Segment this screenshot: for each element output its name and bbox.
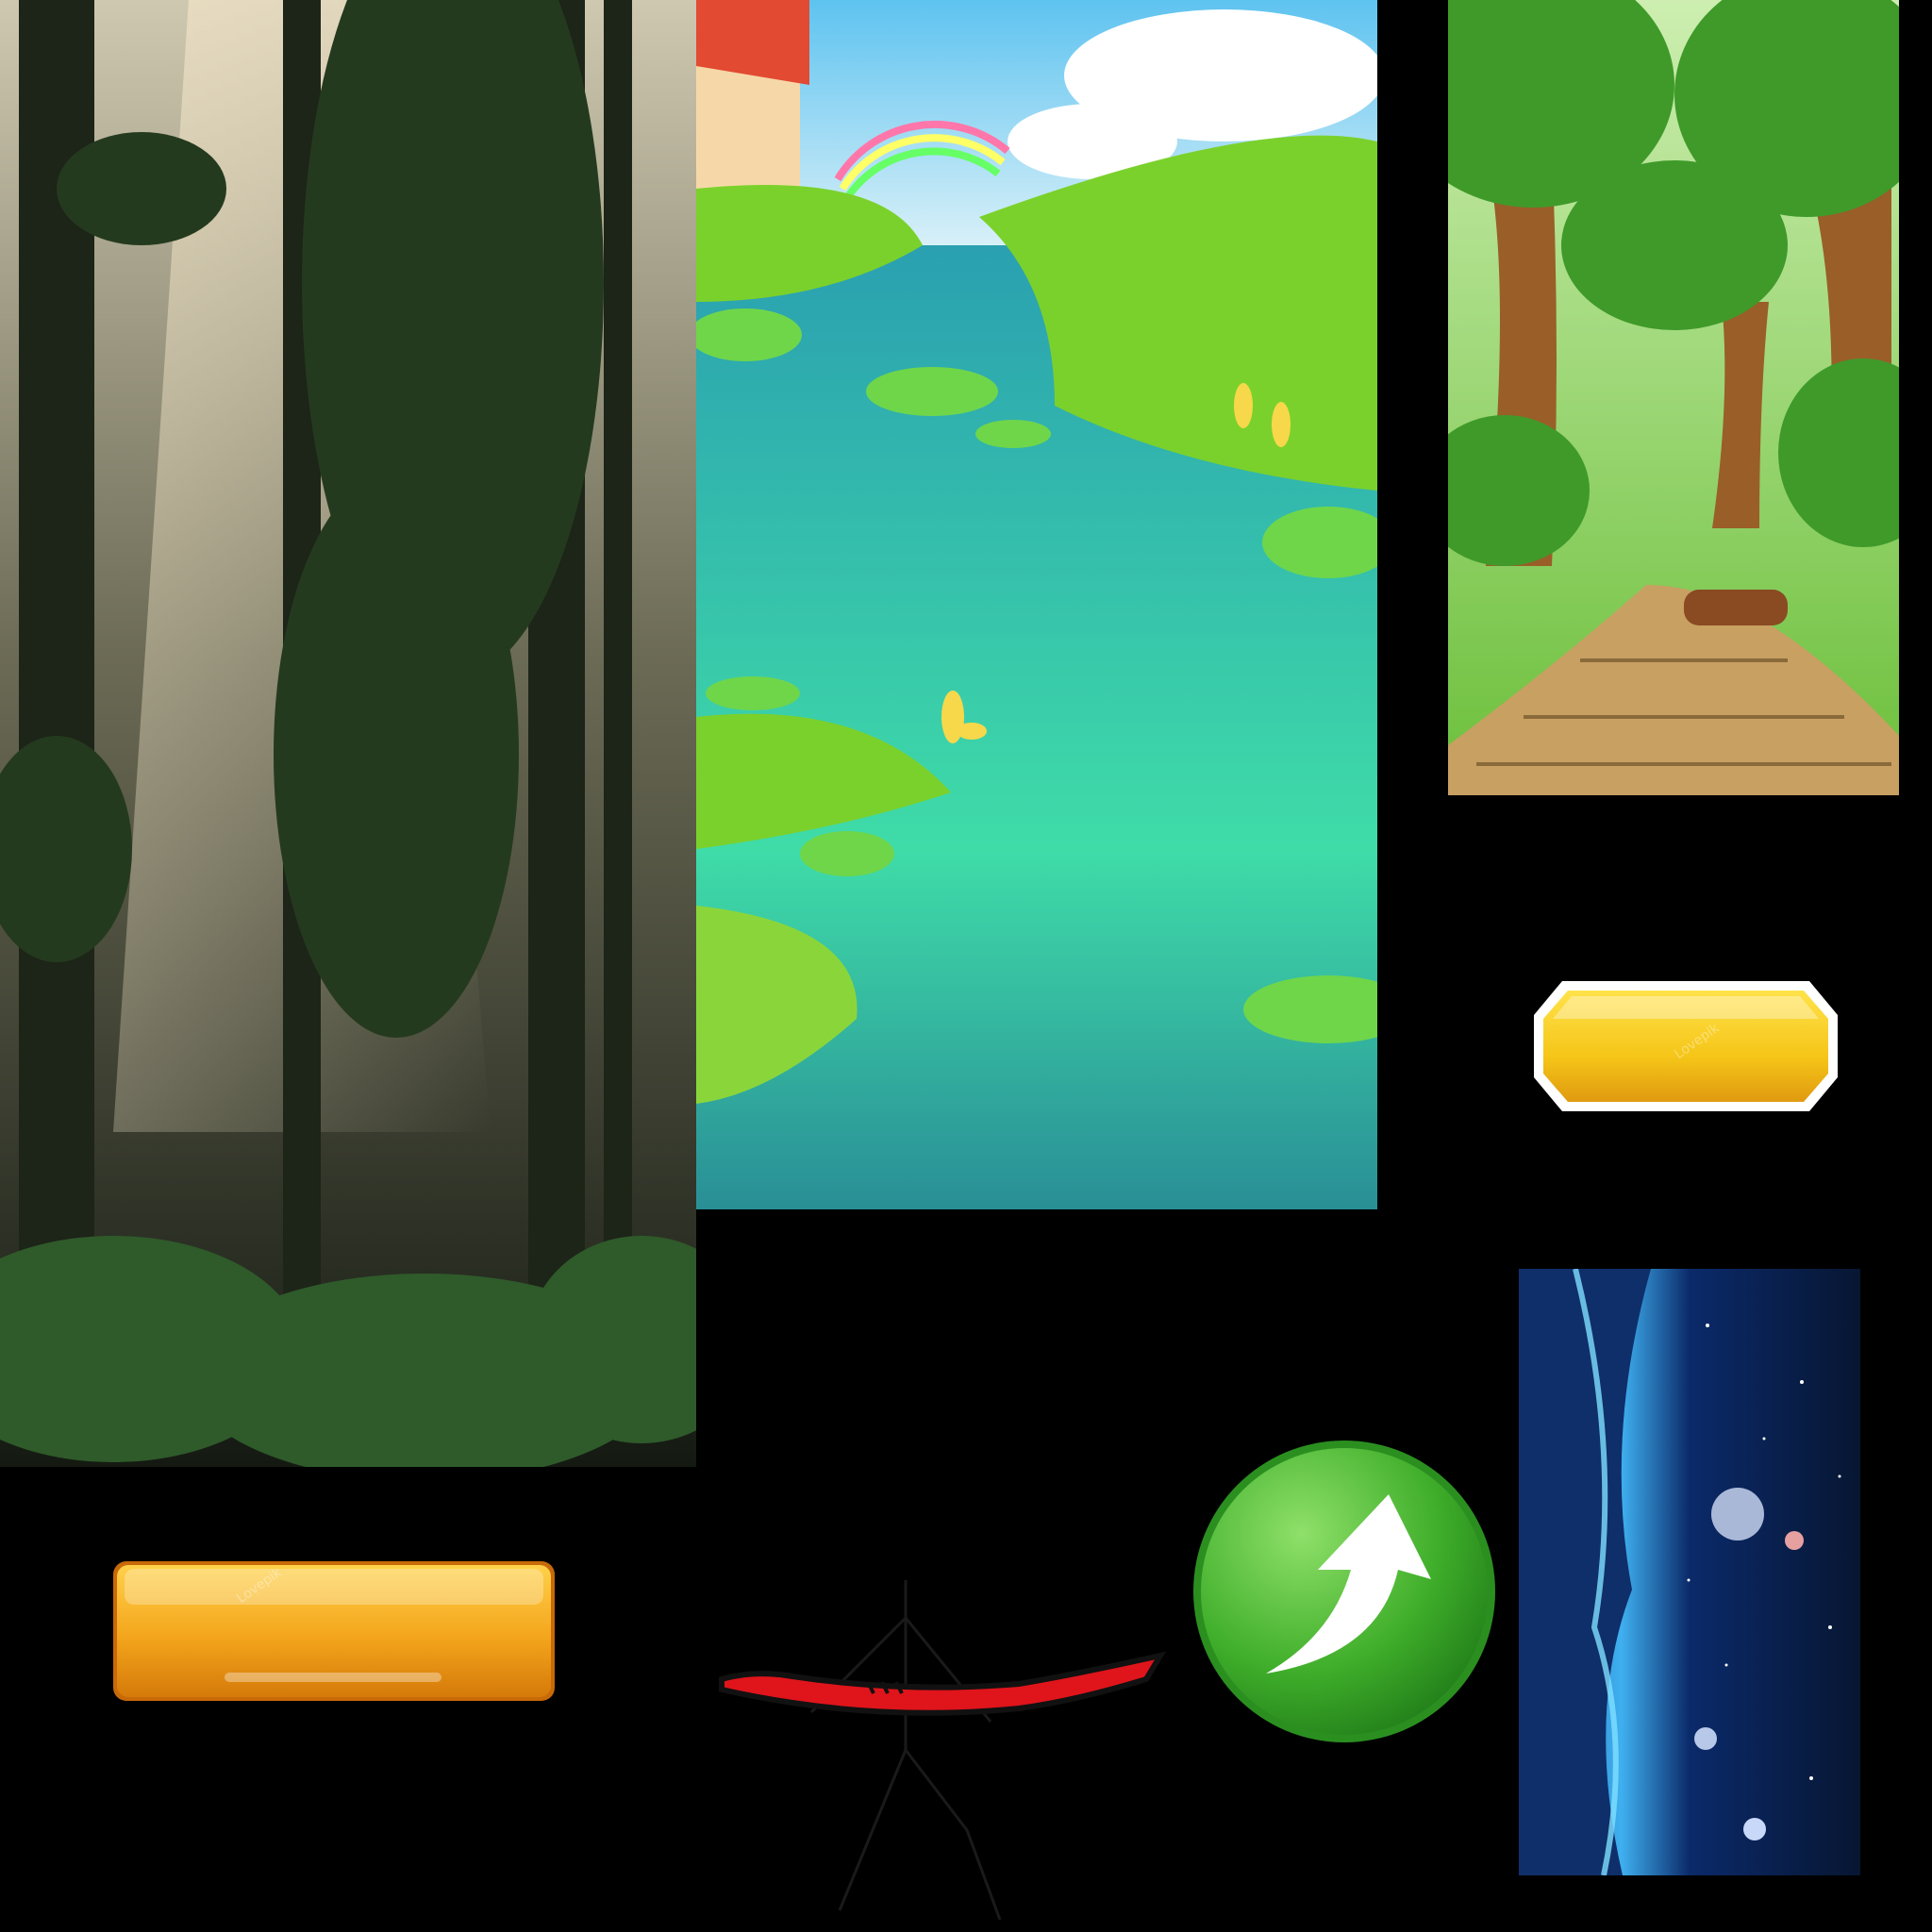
forest-path-background (1448, 0, 1899, 795)
green-arrow-up-button[interactable] (1191, 1438, 1498, 1745)
space-cave-background (1519, 1269, 1860, 1875)
yellow-hexagon-button[interactable]: Lovepik (1530, 977, 1841, 1115)
stickman-sword-fighter (717, 1467, 1170, 1932)
cartoon-pond-background (696, 0, 1377, 1209)
misty-forest-background (0, 0, 696, 1467)
orange-rectangle-button[interactable]: Lovepik (111, 1559, 557, 1703)
